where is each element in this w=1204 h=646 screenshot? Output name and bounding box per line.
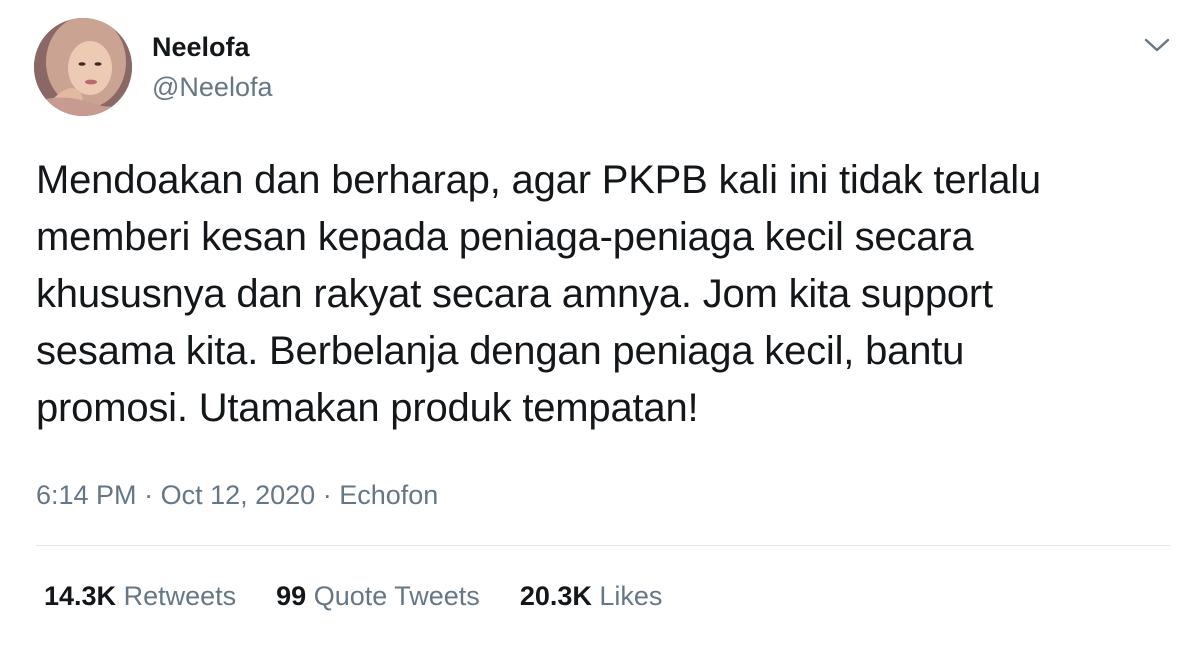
display-name[interactable]: Neelofa: [152, 30, 250, 64]
tweet-menu-button[interactable]: [1142, 30, 1172, 60]
quote-tweets-stat[interactable]: 99 Quote Tweets: [276, 579, 480, 613]
quote-tweets-label: Quote Tweets: [313, 581, 480, 611]
retweets-count: 14.3K: [44, 581, 117, 611]
tweet-source: Echofon: [339, 480, 439, 510]
meta-separator: ·: [322, 480, 332, 510]
retweets-label: Retweets: [123, 581, 237, 611]
retweets-stat[interactable]: 14.3K Retweets: [44, 579, 236, 613]
tweet-text: Mendoakan dan berharap, agar PKPB kali i…: [36, 158, 1041, 430]
tweet-meta: 6:14 PM · Oct 12, 2020 · Echofon: [36, 478, 438, 512]
likes-count: 20.3K: [519, 581, 592, 611]
chevron-down-icon: [1144, 38, 1170, 52]
tweet-card: Neelofa @Neelofa Mendoakan dan berharap,…: [0, 0, 1204, 646]
divider: [36, 545, 1170, 546]
avatar[interactable]: [34, 18, 132, 116]
likes-label: Likes: [599, 581, 663, 611]
meta-separator: ·: [144, 480, 154, 510]
tweet-stats: 14.3K Retweets 99 Quote Tweets 20.3K Lik…: [44, 579, 702, 613]
quote-tweets-count: 99: [276, 581, 307, 611]
tweet-time: 6:14 PM: [36, 480, 137, 510]
tweet-date: Oct 12, 2020: [160, 480, 316, 510]
tweet-date-link[interactable]: Oct 12, 2020: [161, 480, 316, 510]
tweet-source-link[interactable]: Echofon: [339, 480, 438, 510]
avatar-image: [34, 18, 132, 116]
tweet-time-link[interactable]: 6:14 PM: [36, 480, 137, 510]
user-handle[interactable]: @Neelofa: [152, 70, 272, 104]
likes-stat[interactable]: 20.3K Likes: [520, 579, 663, 613]
